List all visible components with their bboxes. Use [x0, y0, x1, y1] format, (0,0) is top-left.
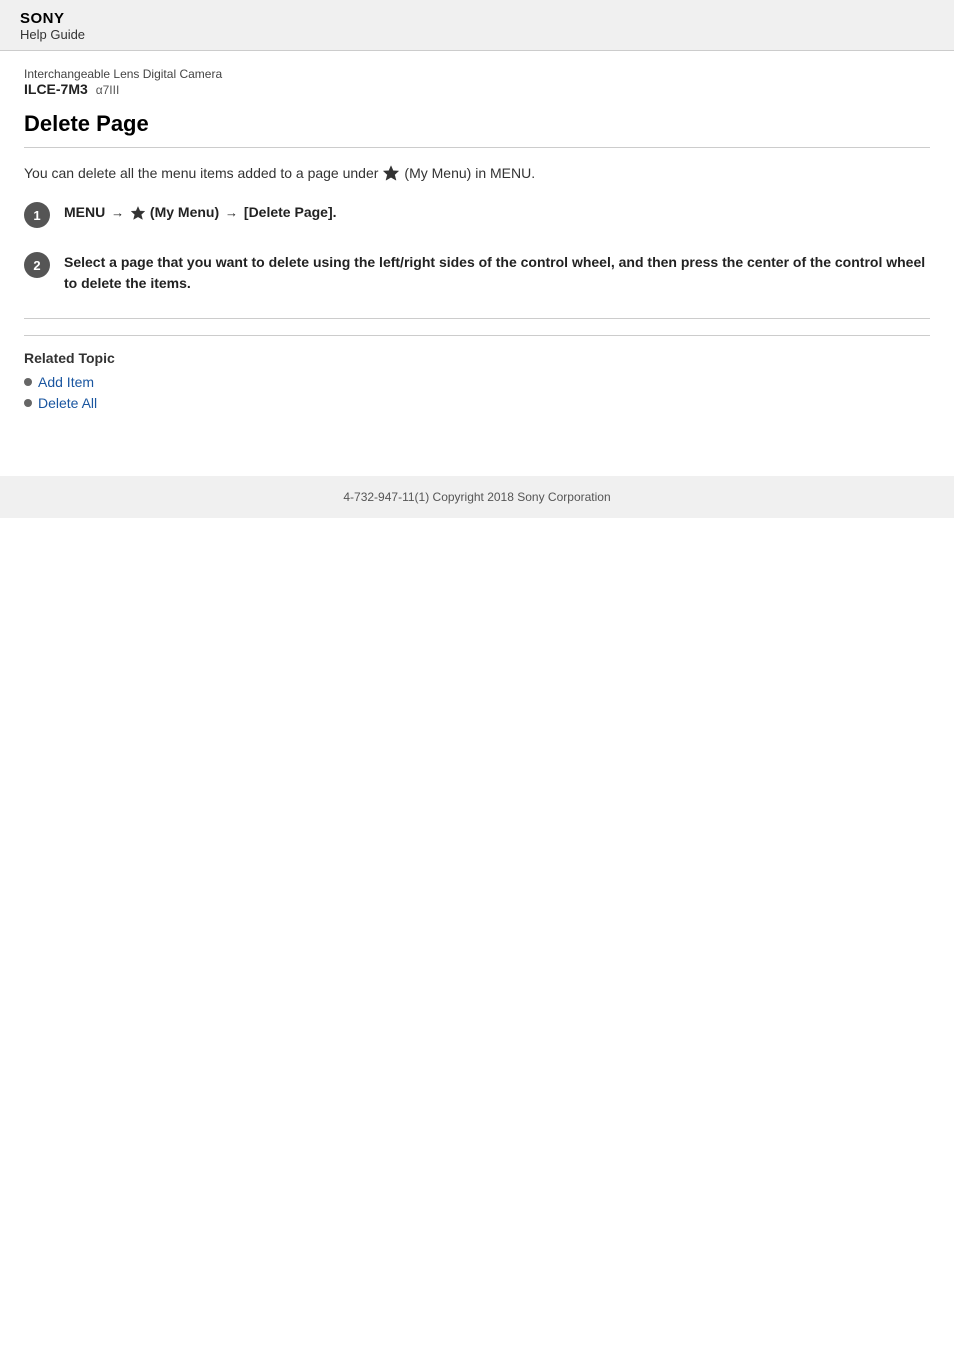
related-title: Related Topic	[24, 350, 930, 366]
camera-variant: α7III	[96, 83, 120, 97]
step-content-1: MENU → (My Menu) → [Delete Page].	[64, 202, 337, 223]
my-menu-star-icon	[382, 164, 400, 182]
camera-info: Interchangeable Lens Digital Camera ILCE…	[24, 67, 930, 97]
related-links-list: Add Item Delete All	[24, 374, 930, 411]
step-number-1: 1	[24, 202, 50, 228]
title-divider	[24, 147, 930, 148]
step-text-1: MENU → (My Menu) → [Delete Page].	[64, 204, 337, 220]
step1-label: (My Menu) → [Delete Page].	[150, 204, 337, 220]
add-item-link[interactable]: Add Item	[38, 374, 94, 390]
step-item-2: 2 Select a page that you want to delete …	[24, 252, 930, 294]
related-list-item-delete: Delete All	[24, 395, 930, 411]
intro-text-before: You can delete all the menu items added …	[24, 165, 378, 181]
related-section: Related Topic Add Item Delete All	[24, 335, 930, 411]
camera-type: Interchangeable Lens Digital Camera	[24, 67, 930, 81]
camera-model-line: ILCE-7M3 α7III	[24, 81, 930, 97]
step-content-2: Select a page that you want to delete us…	[64, 252, 930, 294]
step-text-2: Select a page that you want to delete us…	[64, 254, 925, 291]
step-number-2: 2	[24, 252, 50, 278]
arrow-icon-1: →	[111, 205, 124, 220]
intro-paragraph: You can delete all the menu items added …	[24, 164, 930, 182]
help-guide-label: Help Guide	[20, 27, 934, 42]
step1-star-icon	[130, 204, 150, 220]
intro-text-after: (My Menu) in MENU.	[404, 165, 535, 181]
page-footer: 4-732-947-11(1) Copyright 2018 Sony Corp…	[0, 476, 954, 518]
content-divider	[24, 318, 930, 319]
delete-all-link[interactable]: Delete All	[38, 395, 97, 411]
main-content: Interchangeable Lens Digital Camera ILCE…	[0, 51, 954, 436]
brand-name: SONY	[20, 10, 934, 27]
page-header: SONY Help Guide	[0, 0, 954, 51]
arrow-icon-2: →	[225, 205, 238, 220]
camera-model: ILCE-7M3	[24, 81, 88, 97]
related-list-item-add: Add Item	[24, 374, 930, 390]
steps-list: 1 MENU → (My Menu) → [Delete Page]. 2 Se…	[24, 202, 930, 294]
page-title: Delete Page	[24, 111, 930, 137]
step-item-1: 1 MENU → (My Menu) → [Delete Page].	[24, 202, 930, 228]
footer-copyright: 4-732-947-11(1) Copyright 2018 Sony Corp…	[343, 490, 610, 504]
